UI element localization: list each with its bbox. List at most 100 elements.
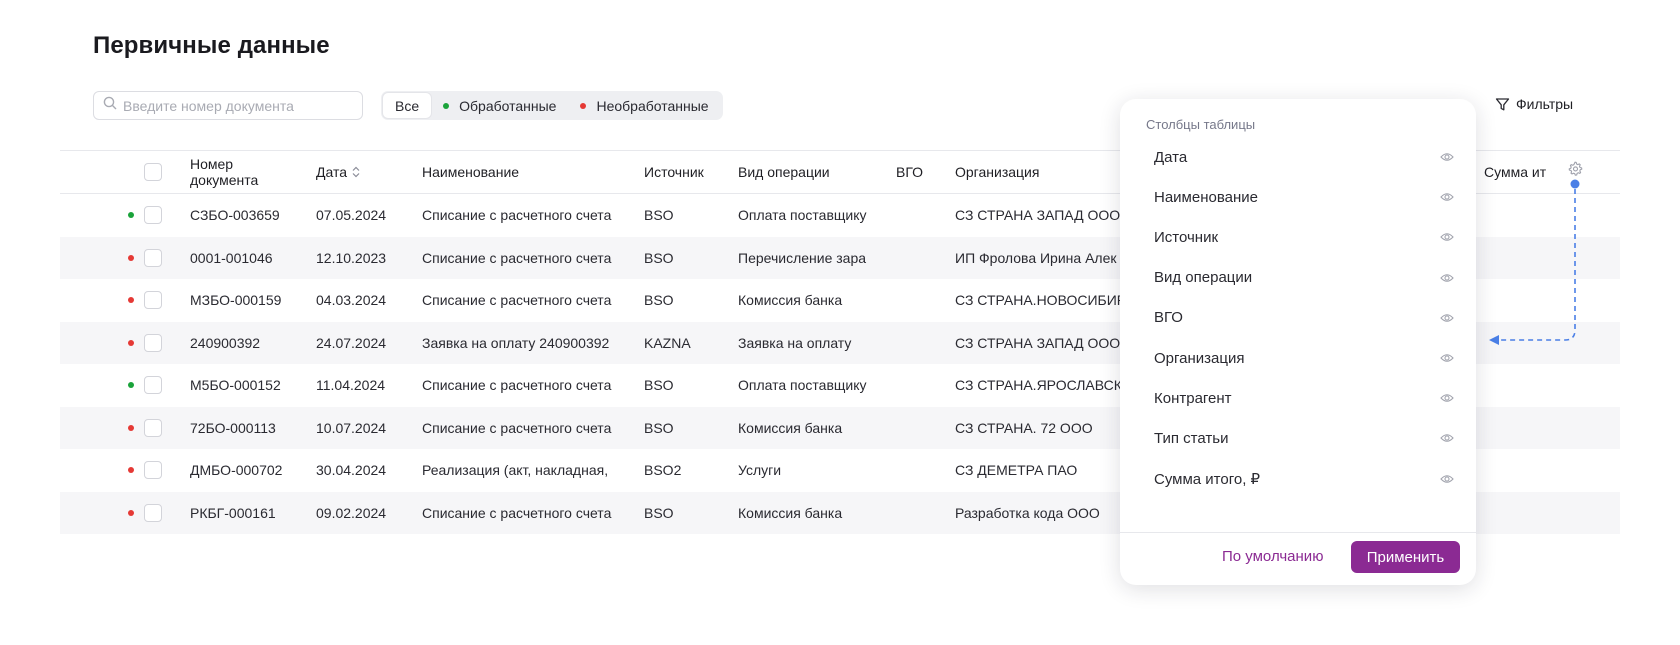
cell-source: BSO2	[644, 462, 682, 479]
row-checkbox[interactable]	[144, 376, 162, 395]
cell-name: Списание с расчетного счета	[422, 207, 612, 224]
select-all-checkbox[interactable]	[144, 163, 162, 181]
cell-date: 04.03.2024	[316, 292, 387, 309]
row-checkbox[interactable]	[144, 291, 162, 310]
cell-vgo	[896, 322, 936, 365]
cell-vgo	[896, 492, 936, 535]
column-settings-popup: Столбцы таблицы Дата Наименование Источник…	[1120, 99, 1476, 585]
header-date[interactable]: Дата	[316, 151, 416, 193]
search-input[interactable]	[123, 97, 353, 114]
column-toggle-label: Источник	[1154, 228, 1219, 246]
cell-organization: ИП Фролова Ирина Алек	[955, 249, 1117, 266]
row-checkbox[interactable]	[144, 333, 162, 352]
cell-date: 30.04.2024	[316, 462, 387, 479]
row-checkbox[interactable]	[144, 248, 162, 267]
cell-date: 12.10.2023	[316, 249, 387, 266]
column-toggle-item[interactable]: Источник	[1154, 221, 1454, 253]
column-toggle-item[interactable]: Тип статьи	[1154, 422, 1454, 454]
cell-source: BSO	[644, 292, 674, 309]
row-checkbox[interactable]	[144, 418, 162, 437]
eye-icon[interactable]	[1440, 151, 1454, 163]
cell-name: Списание с расчетного счета	[422, 377, 612, 394]
row-checkbox[interactable]	[144, 206, 162, 225]
cell-organization: СЗ СТРАНА. 72 ООО	[955, 419, 1093, 436]
header-number-line2: документа	[190, 172, 259, 188]
header-operation[interactable]: Вид операции	[738, 151, 878, 193]
cell-source: BSO	[644, 419, 674, 436]
eye-icon[interactable]	[1440, 392, 1454, 404]
column-toggle-item[interactable]: Организация	[1154, 342, 1454, 374]
eye-icon[interactable]	[1440, 352, 1454, 364]
column-toggle-item[interactable]: Наименование	[1154, 181, 1454, 213]
cell-operation: Комиссия банка	[738, 292, 843, 309]
eye-icon[interactable]	[1440, 312, 1454, 324]
cell-date: 24.07.2024	[316, 334, 387, 351]
column-toggle-item[interactable]: Дата	[1154, 141, 1454, 173]
row-checkbox[interactable]	[144, 461, 162, 480]
filter-icon	[1495, 97, 1510, 110]
column-toggle-item[interactable]: ВГО	[1154, 302, 1454, 334]
cell-name: Заявка на оплату 240900392	[422, 334, 610, 351]
cell-operation: Комиссия банка	[738, 419, 843, 436]
column-settings-gear-icon[interactable]	[1567, 161, 1583, 182]
cell-source: BSO	[644, 377, 674, 394]
search-box[interactable]	[93, 91, 363, 120]
search-icon	[103, 96, 117, 115]
status-dot-icon	[128, 382, 134, 389]
cell-organization: СЗ СТРАНА ЗАПАД ООО	[955, 334, 1120, 351]
header-vgo[interactable]: ВГО	[896, 151, 936, 193]
header-sum[interactable]: Сумма ит	[1484, 151, 1548, 193]
eye-icon[interactable]	[1440, 231, 1454, 243]
cell-name: Списание с расчетного счета	[422, 504, 612, 521]
header-name[interactable]: Наименование	[422, 151, 622, 193]
cell-vgo	[896, 407, 936, 450]
cell-vgo	[896, 194, 936, 237]
column-toggle-label: Контрагент	[1154, 389, 1232, 407]
column-toggle-item[interactable]: Вид операции	[1154, 262, 1454, 294]
column-toggle-item[interactable]: Контрагент	[1154, 382, 1454, 414]
cell-vgo	[896, 449, 936, 492]
cell-date: 11.04.2024	[316, 377, 386, 394]
cell-source: BSO	[644, 207, 674, 224]
cell-operation: Комиссия банка	[738, 504, 843, 521]
header-document-number[interactable]: Номер документа	[190, 151, 300, 193]
segment-unprocessed-label: Необработанные	[596, 97, 709, 114]
cell-name: Списание с расчетного счета	[422, 419, 612, 436]
cell-organization: СЗ СТРАНА.НОВОСИБИР	[955, 292, 1120, 309]
row-checkbox[interactable]	[144, 503, 162, 522]
cell-operation: Перечисление зара	[738, 249, 867, 266]
cell-date: 10.07.2024	[316, 419, 387, 436]
segment-processed[interactable]: Обработанные	[431, 93, 568, 118]
cell-operation: Оплата поставщику	[738, 377, 867, 394]
page-title: Первичные данные	[93, 32, 330, 59]
header-source[interactable]: Источник	[644, 151, 724, 193]
filters-button[interactable]: Фильтры	[1495, 96, 1573, 112]
column-toggle-item[interactable]: Сумма итого, ₽	[1154, 463, 1454, 495]
column-toggle-label: Наименование	[1154, 188, 1258, 206]
cell-name: Списание с расчетного счета	[422, 292, 612, 309]
cell-document-number: 0001-001046	[190, 249, 273, 266]
status-segmented-control: Все Обработанные Необработанные	[381, 91, 723, 120]
sort-icon[interactable]	[352, 166, 360, 178]
segment-unprocessed[interactable]: Необработанные	[568, 93, 720, 118]
eye-icon[interactable]	[1440, 272, 1454, 284]
reset-default-button[interactable]: По умолчанию	[1222, 548, 1323, 565]
cell-organization: СЗ ДЕМЕТРА ПАО	[955, 462, 1078, 479]
header-organization[interactable]: Организация	[955, 151, 1115, 193]
apply-button[interactable]: Применить	[1351, 541, 1460, 573]
status-dot-icon	[128, 212, 134, 219]
status-dot-icon	[128, 297, 134, 304]
eye-icon[interactable]	[1440, 432, 1454, 444]
status-dot-icon	[128, 467, 134, 474]
segment-all[interactable]: Все	[383, 93, 432, 118]
status-dot-icon	[128, 509, 134, 516]
cell-vgo	[896, 237, 936, 280]
cell-vgo	[896, 364, 936, 407]
processed-dot-icon	[443, 102, 450, 109]
eye-icon[interactable]	[1440, 473, 1454, 485]
cell-document-number: ДМБО-000702	[190, 462, 283, 479]
status-dot-icon	[128, 254, 134, 261]
column-toggle-label: Дата	[1154, 148, 1188, 166]
cell-source: KAZNA	[644, 334, 691, 351]
eye-icon[interactable]	[1440, 191, 1454, 203]
